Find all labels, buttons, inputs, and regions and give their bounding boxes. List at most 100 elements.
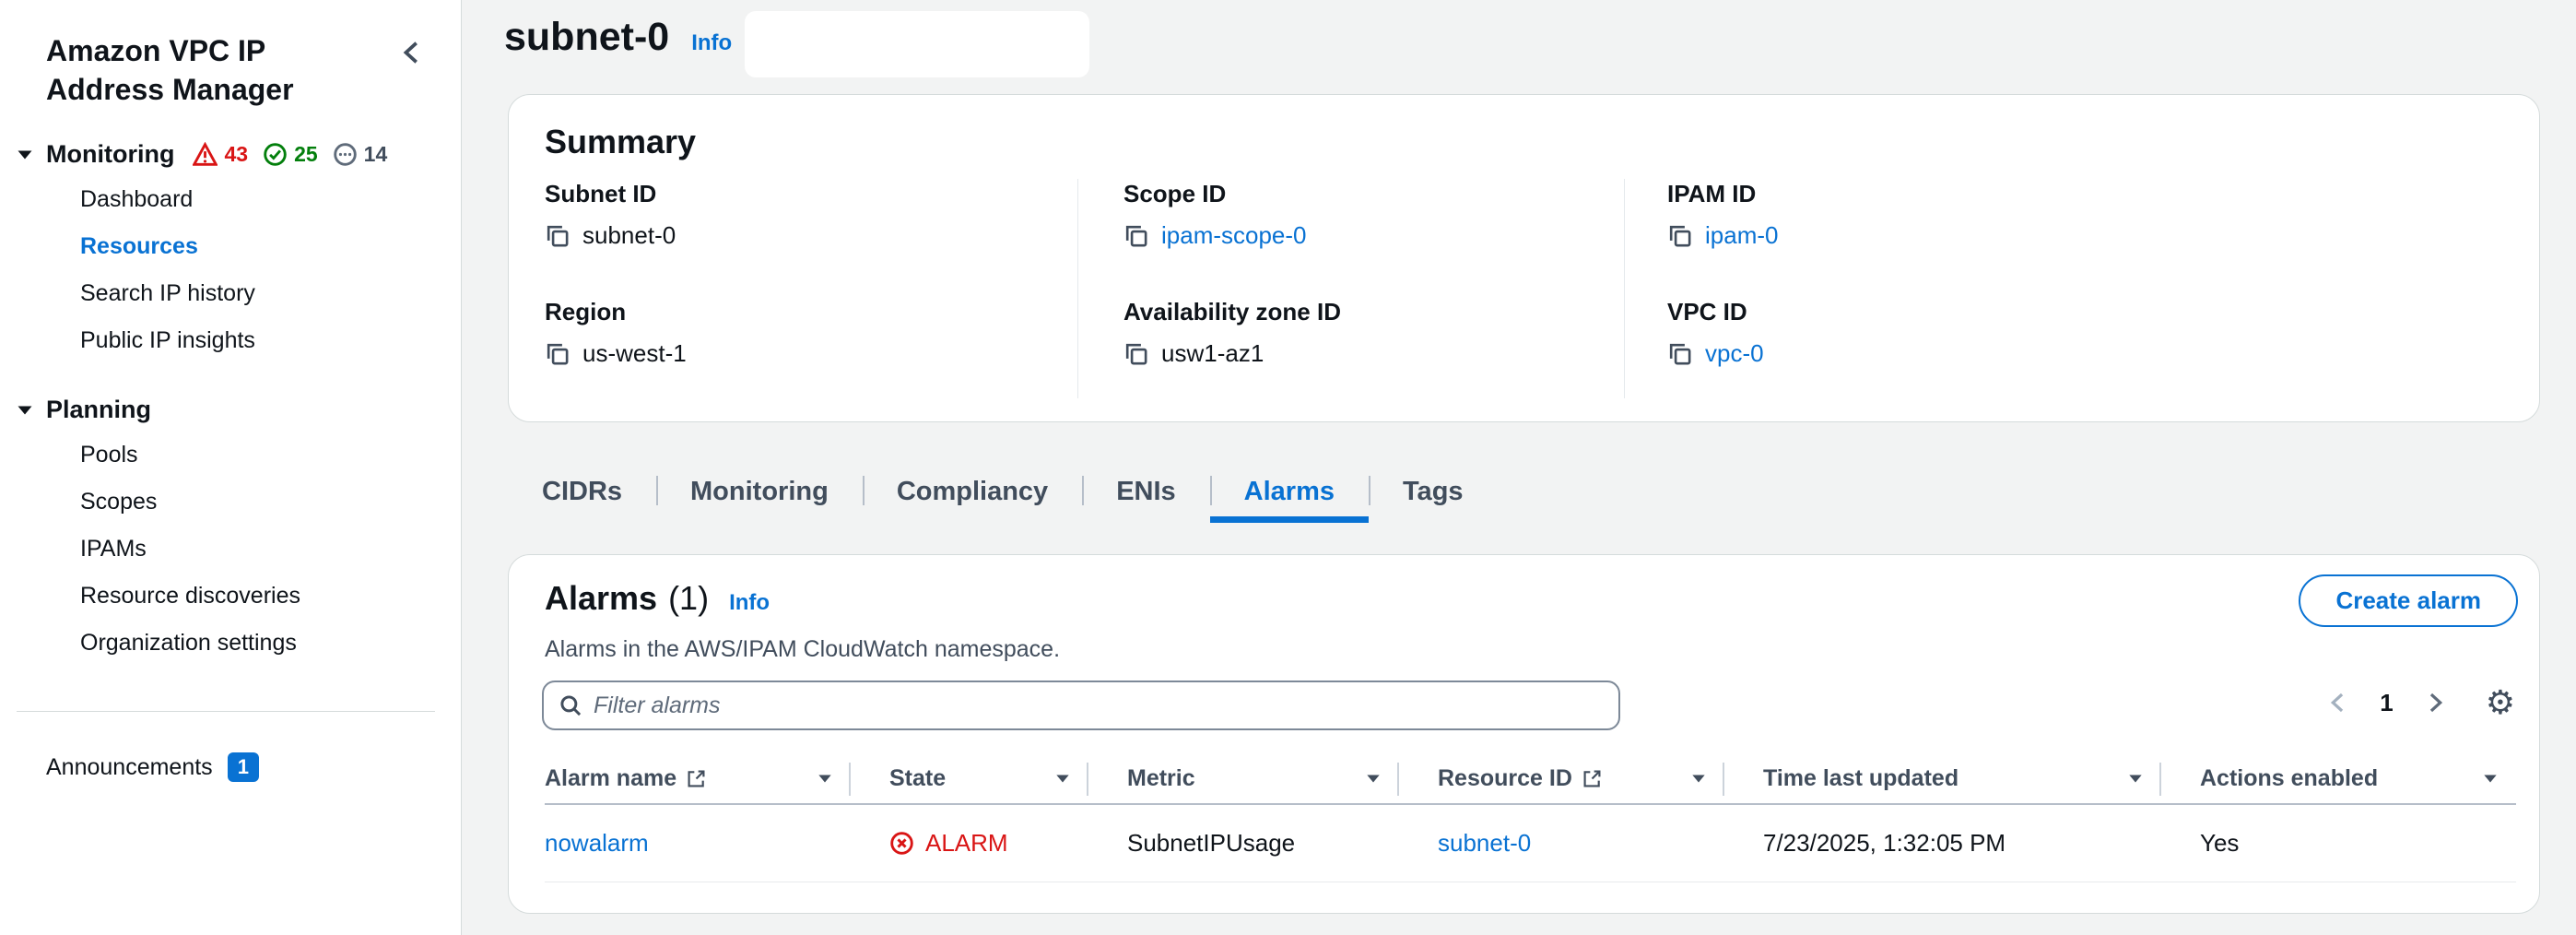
column-label: Metric — [1127, 765, 1195, 792]
redacted-header-area — [745, 11, 1089, 77]
scope-id-link[interactable]: ipam-scope-0 — [1161, 221, 1307, 250]
sidebar-divider — [17, 711, 435, 712]
pending-counter: 14 — [333, 142, 388, 167]
field-scope-id: Scope ID ipam-scope-0 — [1123, 180, 1307, 250]
copy-icon[interactable] — [1123, 341, 1149, 367]
monitoring-nav-list: Dashboard Resources Search IP history Pu… — [0, 176, 461, 364]
planning-nav-list: Pools Scopes IPAMs Resource discoveries … — [0, 432, 461, 667]
sidebar-item-search-ip-history[interactable]: Search IP history — [0, 270, 461, 317]
pending-count: 14 — [364, 142, 388, 167]
sidebar-section-monitoring[interactable]: Monitoring 43 25 14 — [0, 140, 461, 169]
column-label: Time last updated — [1763, 765, 1958, 792]
previous-page-button[interactable] — [2326, 691, 2350, 715]
filter-alarms-input[interactable] — [594, 692, 1604, 719]
vpc-id-link[interactable]: vpc-0 — [1705, 339, 1764, 368]
state-label: ALARM — [925, 829, 1008, 858]
tab-alarms[interactable]: Alarms — [1210, 461, 1369, 523]
filter-alarms-box — [542, 681, 1620, 730]
field-ipam-id: IPAM ID ipam-0 — [1667, 180, 1778, 250]
sidebar-collapse-button[interactable] — [396, 37, 428, 68]
warning-count: 43 — [224, 142, 248, 167]
alarm-name-link[interactable]: nowalarm — [545, 829, 649, 857]
sidebar-item-announcements[interactable]: Announcements 1 — [0, 752, 461, 782]
announcements-badge: 1 — [228, 752, 259, 782]
field-label: Availability zone ID — [1123, 298, 1341, 326]
alarms-title-row: Alarms (1) Info — [545, 579, 770, 618]
field-label: Scope ID — [1123, 180, 1307, 208]
copy-icon[interactable] — [545, 341, 570, 367]
copy-icon[interactable] — [1667, 341, 1693, 367]
section-label: Planning — [46, 396, 151, 424]
success-count: 25 — [294, 142, 318, 167]
cell-time-last-updated: 7/23/2025, 1:32:05 PM — [1724, 829, 2161, 858]
column-label: Actions enabled — [2200, 765, 2378, 792]
sidebar-item-public-ip-insights[interactable]: Public IP insights — [0, 317, 461, 364]
page-title: subnet-0 — [504, 15, 669, 60]
page-info-link[interactable]: Info — [691, 30, 732, 56]
field-region: Region us-west-1 — [545, 298, 687, 368]
summary-title: Summary — [545, 123, 696, 161]
column-label: State — [889, 765, 946, 792]
column-label: Alarm name — [545, 765, 676, 792]
tab-monitoring[interactable]: Monitoring — [656, 461, 863, 523]
section-label: Monitoring — [46, 140, 174, 169]
alarms-title: Alarms — [545, 579, 657, 618]
page-number[interactable]: 1 — [2380, 689, 2393, 717]
gear-icon[interactable]: ⚙ — [2486, 686, 2515, 719]
caret-down-icon[interactable] — [2483, 774, 2498, 784]
cell-actions-enabled: Yes — [2161, 829, 2516, 858]
alarms-table: Alarm name State Metri — [545, 753, 2516, 882]
sidebar-item-resource-discoveries[interactable]: Resource discoveries — [0, 573, 461, 620]
tab-cidrs[interactable]: CIDRs — [508, 461, 656, 523]
caret-down-icon[interactable] — [1691, 774, 1706, 784]
monitoring-counters: 43 25 14 — [193, 142, 387, 167]
field-vpc-id: VPC ID vpc-0 — [1667, 298, 1764, 368]
cell-state: ALARM — [851, 829, 1088, 858]
tab-tags[interactable]: Tags — [1369, 461, 1498, 523]
caret-down-icon[interactable] — [1366, 774, 1381, 784]
field-subnet-id: Subnet ID subnet-0 — [545, 180, 676, 250]
next-page-button[interactable] — [2423, 691, 2447, 715]
column-header-state: State — [851, 753, 1088, 803]
field-value-text: usw1-az1 — [1161, 339, 1264, 368]
caret-down-icon[interactable] — [1055, 774, 1070, 784]
ipam-id-link[interactable]: ipam-0 — [1705, 221, 1778, 250]
copy-icon[interactable] — [1123, 223, 1149, 249]
field-value-text: subnet-0 — [582, 221, 676, 250]
sidebar-item-dashboard[interactable]: Dashboard — [0, 176, 461, 223]
field-label: VPC ID — [1667, 298, 1764, 326]
column-divider — [1077, 179, 1078, 398]
field-value-text: us-west-1 — [582, 339, 687, 368]
circle-x-icon — [889, 831, 914, 856]
column-header-time-last-updated: Time last updated — [1724, 753, 2161, 803]
tab-bar: CIDRs Monitoring Compliancy ENIs Alarms … — [508, 461, 1498, 523]
search-icon — [559, 693, 582, 717]
column-header-actions-enabled: Actions enabled — [2161, 753, 2516, 803]
copy-icon[interactable] — [545, 223, 570, 249]
alarms-panel: Alarms (1) Info Alarms in the AWS/IPAM C… — [508, 554, 2540, 914]
alarms-info-link[interactable]: Info — [729, 590, 770, 616]
sidebar-item-resources[interactable]: Resources — [0, 223, 461, 270]
sidebar-section-planning[interactable]: Planning — [0, 396, 461, 424]
tab-compliancy[interactable]: Compliancy — [863, 461, 1082, 523]
main-content: subnet-0 Info Summary Subnet ID subnet-0… — [462, 0, 2576, 935]
alarms-count: (1) — [668, 579, 709, 618]
cell-alarm-name: nowalarm — [545, 829, 851, 858]
resource-id-link[interactable]: subnet-0 — [1438, 829, 1531, 857]
alarms-description: Alarms in the AWS/IPAM CloudWatch namesp… — [545, 636, 1060, 663]
create-alarm-button[interactable]: Create alarm — [2299, 574, 2518, 627]
column-label: Resource ID — [1438, 765, 1572, 792]
caret-down-icon[interactable] — [817, 774, 832, 784]
sidebar-item-scopes[interactable]: Scopes — [0, 479, 461, 526]
caret-down-icon[interactable] — [2128, 774, 2143, 784]
sidebar-item-pools[interactable]: Pools — [0, 432, 461, 479]
chevron-left-icon — [398, 39, 426, 66]
copy-icon[interactable] — [1667, 223, 1693, 249]
external-link-icon — [686, 768, 707, 789]
sidebar-item-ipams[interactable]: IPAMs — [0, 526, 461, 573]
warning-triangle-icon — [193, 142, 218, 167]
tab-enis[interactable]: ENIs — [1082, 461, 1209, 523]
announcements-label: Announcements — [46, 754, 213, 781]
sidebar-item-organization-settings[interactable]: Organization settings — [0, 620, 461, 667]
column-header-metric: Metric — [1088, 753, 1399, 803]
